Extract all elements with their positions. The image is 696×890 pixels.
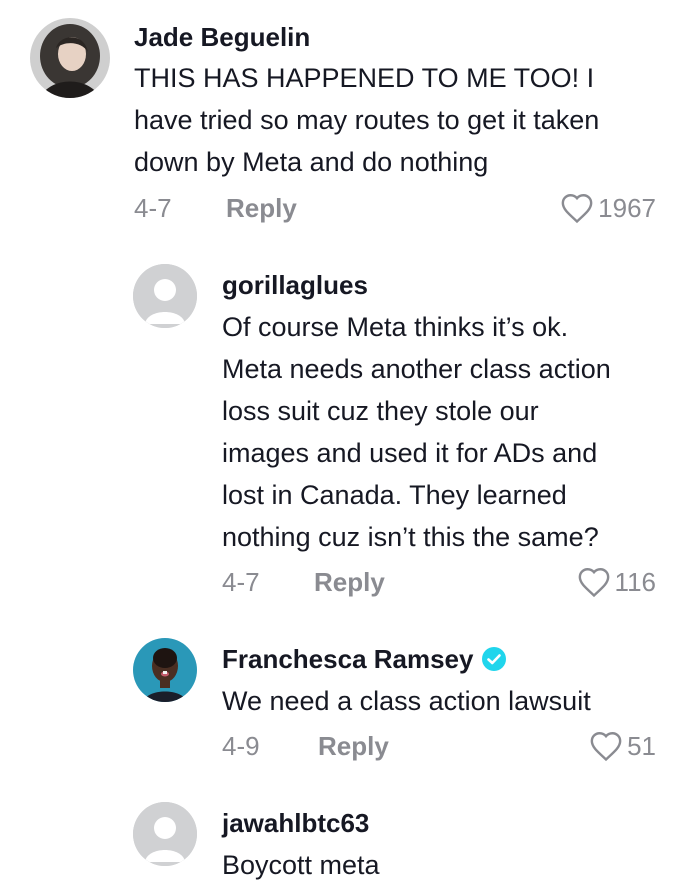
comment-text-line: lost in Canada. They learned bbox=[222, 480, 567, 510]
comment-text: Boycott meta bbox=[222, 844, 672, 886]
like-count: 116 bbox=[614, 566, 656, 597]
comment-text-line: have tried so may routes to get it taken bbox=[134, 105, 600, 135]
avatar[interactable] bbox=[133, 264, 197, 328]
comment-text-line: nothing cuz isn’t this the same? bbox=[222, 522, 599, 552]
comment-username[interactable]: Jade Beguelin bbox=[134, 20, 310, 54]
comment-meta: 4-7 Reply bbox=[222, 565, 385, 599]
default-avatar-icon bbox=[133, 264, 197, 328]
username-text[interactable]: gorillaglues bbox=[222, 270, 368, 301]
username-text[interactable]: Jade Beguelin bbox=[134, 22, 310, 53]
comment-item: Jade Beguelin THIS HAS HAPPENED TO ME TO… bbox=[0, 0, 696, 250]
like-count: 1967 bbox=[598, 192, 656, 223]
comment-text-line: down by Meta and do nothing bbox=[134, 147, 489, 177]
comment-text-line: Meta needs another class action bbox=[222, 354, 611, 384]
comment-item: jawahlbtc63 Boycott meta bbox=[0, 790, 696, 890]
comment-item: gorillaglues Of course Meta thinks it’s … bbox=[0, 250, 696, 620]
avatar[interactable] bbox=[133, 638, 197, 702]
reply-button[interactable]: Reply bbox=[314, 567, 385, 598]
comment-meta: 4-7 Reply bbox=[134, 191, 297, 225]
comment-text-line: images and used it for ADs and bbox=[222, 438, 598, 468]
comment-text: We need a class action lawsuit bbox=[222, 680, 672, 722]
like-count: 51 bbox=[627, 730, 656, 761]
comment-date: 4-9 bbox=[222, 730, 260, 761]
reply-button[interactable]: Reply bbox=[226, 193, 297, 224]
comment-text: Of course Meta thinks it’s ok. Meta need… bbox=[222, 306, 672, 558]
default-avatar-icon bbox=[133, 802, 197, 866]
comment-date: 4-7 bbox=[222, 566, 260, 597]
like-button[interactable]: 1967 bbox=[560, 191, 656, 225]
comment-text-line: loss suit cuz they stole our bbox=[222, 396, 539, 426]
comment-text-line: THIS HAS HAPPENED TO ME TOO! I bbox=[134, 63, 595, 93]
comment-username[interactable]: jawahlbtc63 bbox=[222, 806, 369, 840]
comment-username[interactable]: Franchesca Ramsey bbox=[222, 642, 507, 676]
heart-icon bbox=[561, 194, 593, 224]
comment-text: THIS HAS HAPPENED TO ME TOO! I have trie… bbox=[134, 57, 674, 183]
heart-icon bbox=[578, 568, 609, 598]
comment-text-line: Boycott meta bbox=[222, 850, 380, 880]
avatar[interactable] bbox=[133, 802, 197, 866]
avatar[interactable] bbox=[30, 18, 110, 98]
username-text[interactable]: Franchesca Ramsey bbox=[222, 644, 473, 675]
comment-username[interactable]: gorillaglues bbox=[222, 268, 368, 302]
comment-text-line: We need a class action lawsuit bbox=[222, 686, 591, 716]
like-button[interactable]: 51 bbox=[589, 729, 656, 763]
verified-badge-icon bbox=[481, 646, 507, 672]
reply-button[interactable]: Reply bbox=[318, 731, 389, 762]
username-text[interactable]: jawahlbtc63 bbox=[222, 808, 369, 839]
comment-meta: 4-9 Reply bbox=[222, 729, 389, 763]
like-button[interactable]: 116 bbox=[577, 565, 656, 599]
comment-date: 4-7 bbox=[134, 192, 172, 223]
comment-text-line: Of course Meta thinks it’s ok. bbox=[222, 312, 569, 342]
heart-icon bbox=[590, 732, 622, 762]
comment-item: Franchesca Ramsey We need a class action… bbox=[0, 620, 696, 790]
